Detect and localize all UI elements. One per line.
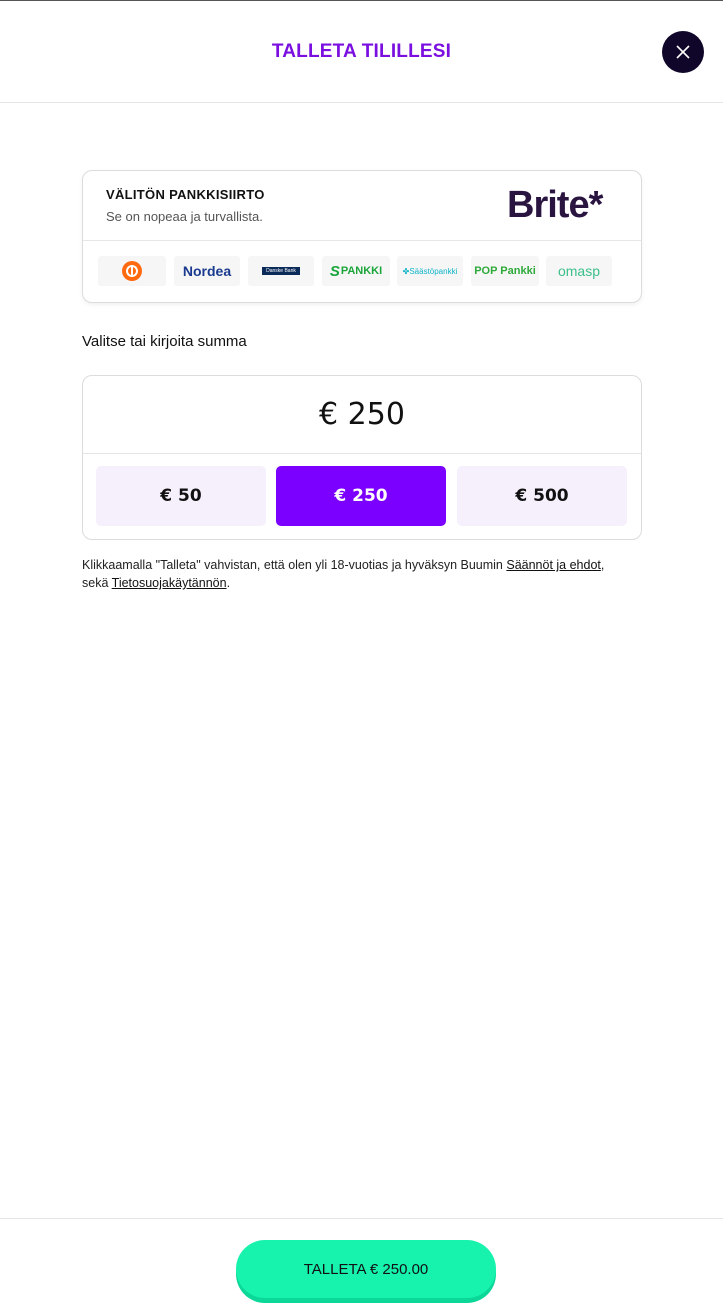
saastopankki-mark: ✤ — [402, 266, 410, 276]
bank-transfer-subtitle: Se on nopeaa ja turvallista. — [106, 209, 263, 224]
saastopankki-label: Säästöpankki — [409, 266, 458, 276]
preset-50-button[interactable]: € 50 — [96, 466, 266, 526]
terms-link[interactable]: Säännöt ja ehdot — [506, 558, 601, 572]
modal-title: TALLETA TILILLESI — [271, 41, 452, 62]
s-pankki-label: PANKKI — [340, 265, 383, 277]
footer-bar: TALLETA € 250.00 — [0, 1218, 723, 1311]
s-pankki-mark: S — [329, 262, 340, 280]
danske-bank-label: Danske Bank — [262, 267, 300, 275]
nordea-logo: Nordea — [174, 256, 240, 286]
pop-pankki-logo: POP Pankki — [471, 256, 539, 286]
op-icon — [122, 261, 142, 281]
danske-bank-logo: Danske Bank — [248, 256, 314, 286]
terms-text-after: . — [226, 576, 231, 590]
amount-input[interactable] — [83, 376, 641, 454]
terms-text: Klikkaamalla "Talleta" vahvistan, että o… — [82, 556, 627, 592]
amount-card: € 50 € 250 € 500 — [82, 375, 642, 540]
bank-transfer-card[interactable]: VÄLITÖN PANKKISIIRTO Se on nopeaa ja tur… — [82, 170, 642, 303]
bank-transfer-title: VÄLITÖN PANKKISIIRTO — [106, 187, 265, 202]
omasp-label: omasp — [557, 263, 601, 279]
preset-250-button[interactable]: € 250 — [276, 466, 446, 526]
saastopankki-logo: ✤ Säästöpankki — [397, 256, 463, 286]
divider — [83, 240, 641, 241]
amount-label: Valitse tai kirjoita summa — [82, 333, 247, 350]
terms-text-before: Klikkaamalla "Talleta" vahvistan, että o… — [82, 558, 507, 572]
op-bank-logo — [98, 256, 166, 286]
s-pankki-logo: S PANKKI — [322, 256, 390, 286]
close-button[interactable] — [662, 31, 704, 73]
brite-logo: Brite* — [507, 184, 603, 226]
deposit-button[interactable]: TALLETA € 250.00 — [236, 1240, 496, 1298]
preset-500-button[interactable]: € 500 — [457, 466, 627, 526]
omasp-logo: omasp — [546, 256, 612, 286]
privacy-link[interactable]: Tietosuojakäytännön — [112, 576, 227, 590]
close-icon — [676, 45, 690, 59]
modal-header: TALLETA TILILLESI — [0, 1, 723, 103]
